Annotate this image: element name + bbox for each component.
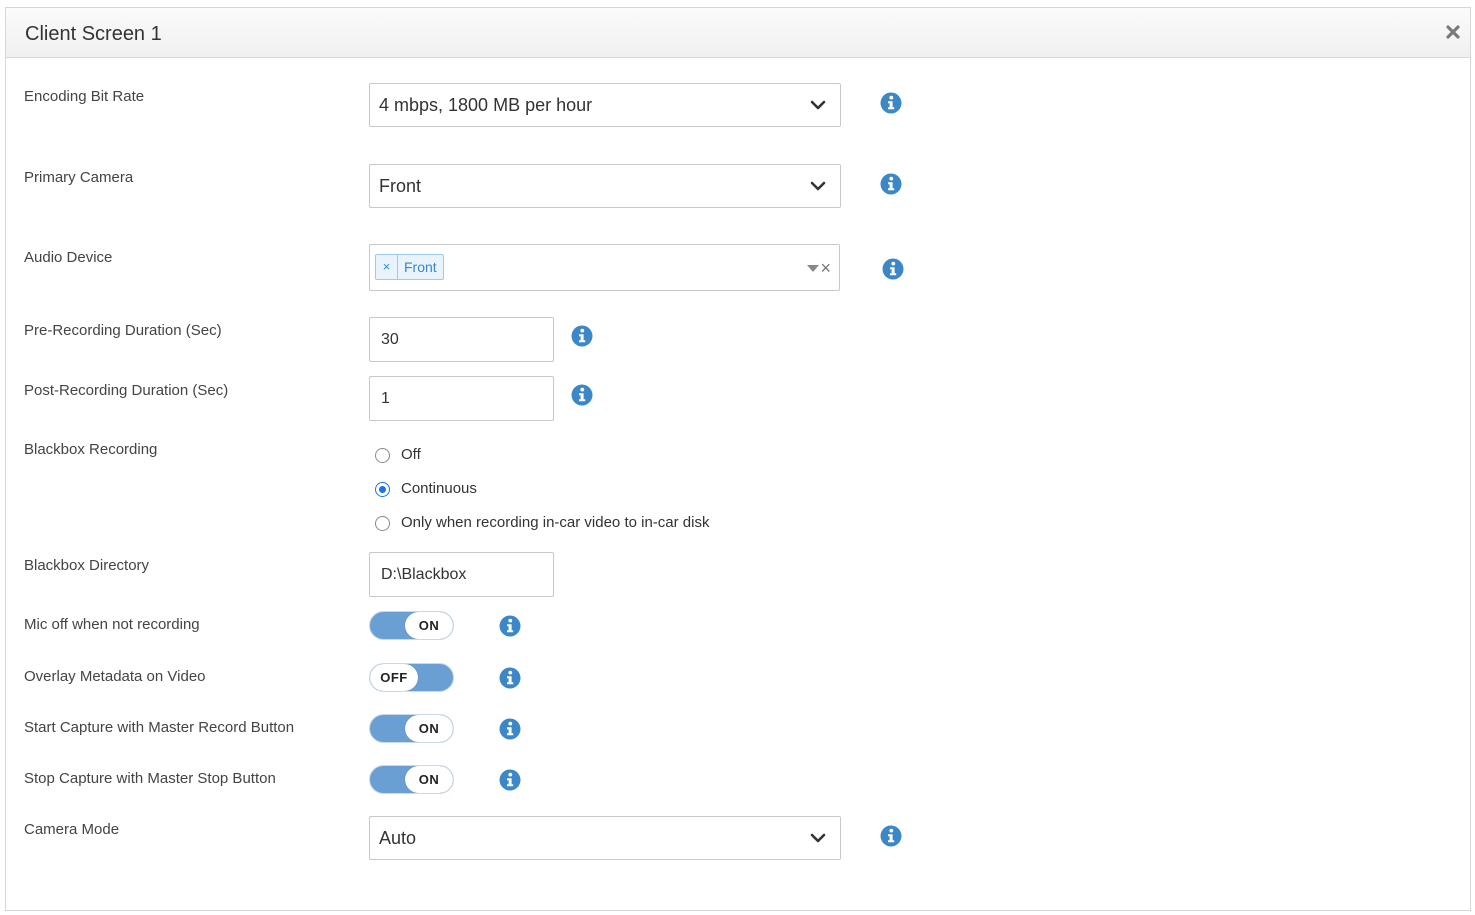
stop-capture-label: Stop Capture with Master Stop Button [24, 770, 276, 787]
start-capture-toggle[interactable]: ON [369, 714, 454, 743]
overlay-metadata-toggle[interactable]: OFF [369, 663, 454, 692]
audio-device-multiselect[interactable]: × Front × [369, 244, 840, 291]
encoding-bit-rate-label: Encoding Bit Rate [24, 88, 145, 105]
dialog-header: Client Screen 1 [6, 8, 1470, 58]
chevron-down-icon [810, 833, 826, 843]
chevron-down-icon [810, 100, 826, 110]
camera-mode-select[interactable]: Auto [369, 816, 841, 860]
info-icon[interactable] [880, 92, 902, 114]
blackbox-option-continuous[interactable]: Continuous [375, 478, 477, 500]
blackbox-recording-label: Blackbox Recording [24, 441, 158, 458]
close-icon[interactable] [1444, 22, 1462, 42]
stop-capture-toggle[interactable]: ON [369, 765, 454, 794]
radio-button-selected[interactable] [375, 481, 390, 497]
radio-button[interactable] [375, 515, 390, 531]
encoding-bit-rate-value: 4 mbps, 1800 MB per hour [379, 95, 593, 115]
radio-label: Off [401, 446, 421, 463]
camera-mode-value: Auto [379, 828, 417, 848]
chevron-down-icon [810, 181, 826, 191]
info-icon[interactable] [571, 325, 593, 347]
dropdown-arrow-icon[interactable] [807, 265, 819, 272]
overlay-metadata-label: Overlay Metadata on Video [24, 668, 206, 685]
toggle-state: OFF [370, 664, 418, 691]
info-icon[interactable] [880, 825, 902, 847]
post-recording-label: Post-Recording Duration (Sec) [24, 382, 229, 399]
audio-device-label: Audio Device [24, 249, 113, 266]
camera-mode-label: Camera Mode [24, 821, 120, 838]
audio-device-tag-label: Front [404, 259, 437, 275]
radio-label: Only when recording in-car video to in-c… [401, 514, 710, 531]
info-icon[interactable] [571, 384, 593, 406]
start-capture-label: Start Capture with Master Record Button [24, 719, 295, 736]
toggle-state: ON [405, 766, 453, 793]
blackbox-directory-input[interactable] [369, 552, 554, 597]
post-recording-input[interactable] [369, 376, 554, 421]
radio-label: Continuous [401, 480, 477, 497]
info-icon[interactable] [499, 769, 521, 791]
pre-recording-input[interactable] [369, 317, 554, 362]
blackbox-option-in-car-disk[interactable]: Only when recording in-car video to in-c… [375, 512, 709, 534]
mic-off-label: Mic off when not recording [24, 616, 200, 633]
radio-button[interactable] [375, 447, 390, 463]
pre-recording-label: Pre-Recording Duration (Sec) [24, 322, 222, 339]
dialog-title: Client Screen 1 [25, 23, 162, 45]
info-icon[interactable] [882, 258, 904, 280]
info-icon[interactable] [499, 718, 521, 740]
primary-camera-label: Primary Camera [24, 169, 134, 186]
info-icon[interactable] [880, 173, 902, 195]
mic-off-toggle[interactable]: ON [369, 611, 454, 640]
blackbox-option-off[interactable]: Off [375, 444, 421, 466]
clear-icon[interactable]: × [820, 258, 831, 278]
audio-device-tag: × Front [375, 254, 444, 280]
info-icon[interactable] [499, 667, 521, 689]
tag-remove-icon[interactable]: × [376, 255, 398, 279]
toggle-state: ON [405, 612, 453, 639]
primary-camera-select[interactable]: Front [369, 164, 841, 208]
primary-camera-value: Front [379, 176, 422, 196]
encoding-bit-rate-select[interactable]: 4 mbps, 1800 MB per hour [369, 83, 841, 127]
info-icon[interactable] [499, 615, 521, 637]
toggle-state: ON [405, 715, 453, 742]
blackbox-directory-label: Blackbox Directory [24, 557, 150, 574]
